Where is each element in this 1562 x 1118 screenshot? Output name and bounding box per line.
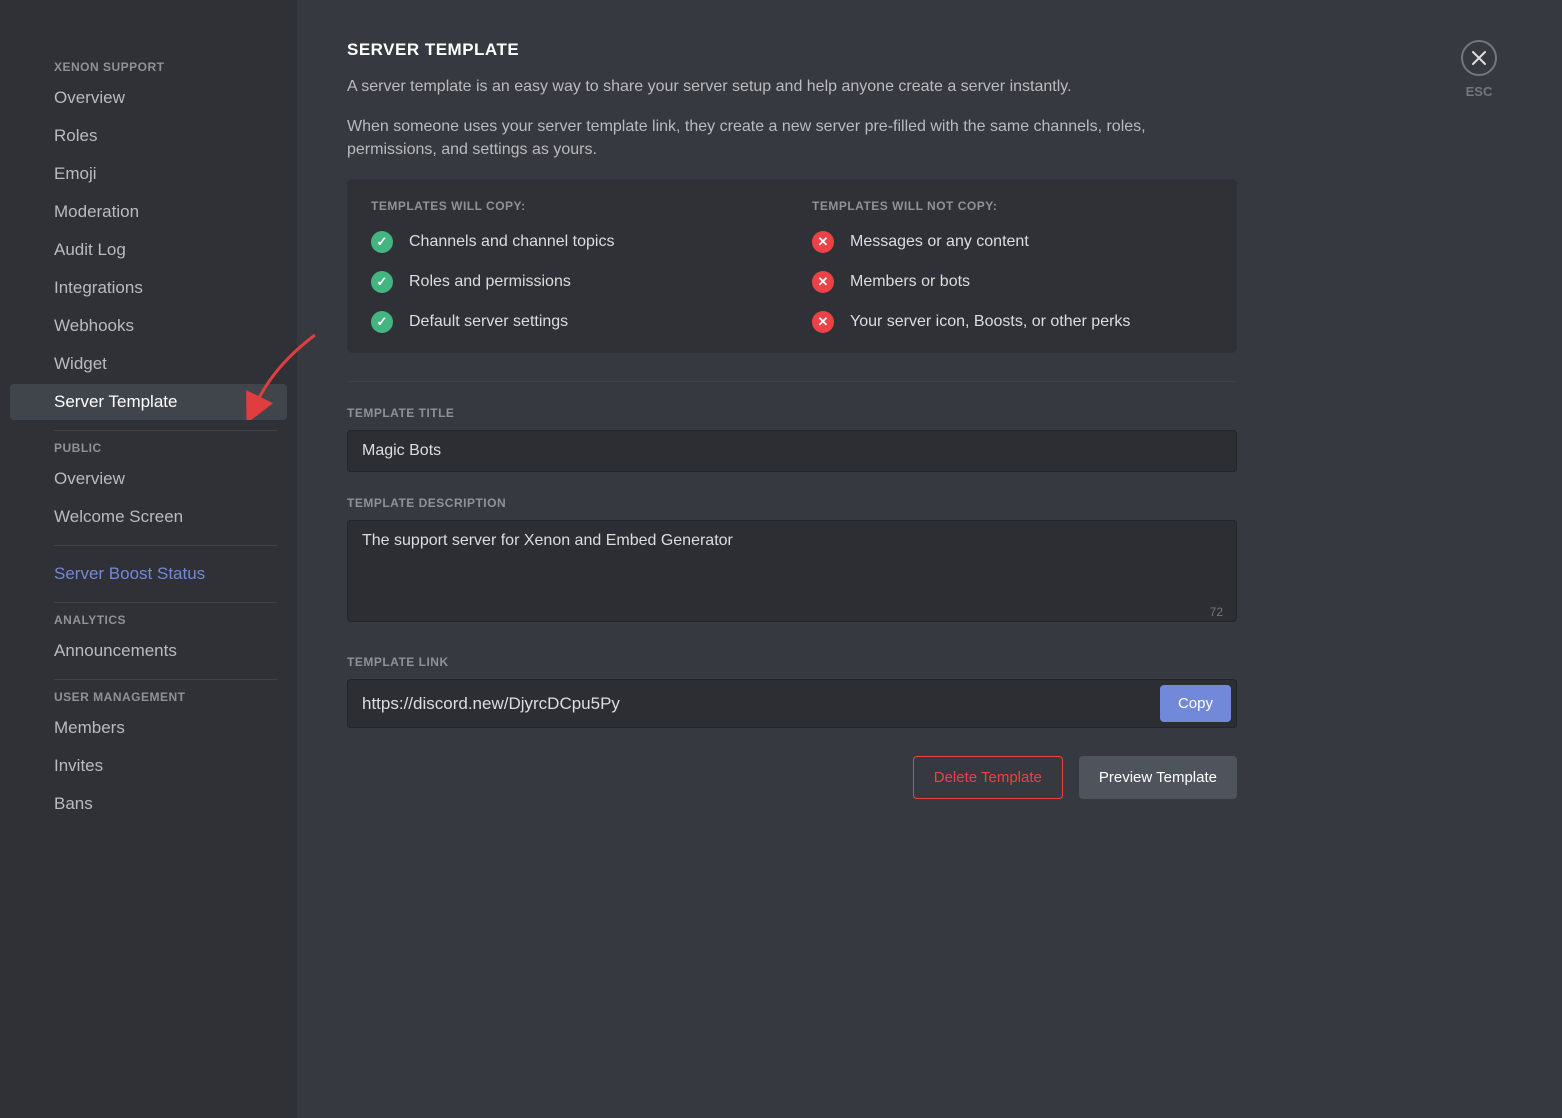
sidebar-item-webhooks[interactable]: Webhooks — [10, 308, 287, 344]
sidebar-item-public-overview[interactable]: Overview — [10, 461, 287, 497]
sidebar-divider — [54, 430, 277, 431]
action-row: Delete Template Preview Template — [347, 756, 1237, 799]
will-copy-column: TEMPLATES WILL COPY: ✓ Channels and chan… — [371, 199, 772, 333]
sidebar-item-overview[interactable]: Overview — [10, 80, 287, 116]
sidebar-item-bans[interactable]: Bans — [10, 786, 287, 822]
sidebar-item-server-template[interactable]: Server Template — [10, 384, 287, 420]
page-desc-2: When someone uses your server template l… — [347, 116, 1237, 161]
template-link-row: Copy — [347, 679, 1237, 728]
sidebar-item-members[interactable]: Members — [10, 710, 287, 746]
sidebar-item-audit-log[interactable]: Audit Log — [10, 232, 287, 268]
will-copy-row: ✓ Roles and permissions — [371, 271, 772, 293]
page-title: SERVER TEMPLATE — [347, 40, 1237, 60]
preview-template-button[interactable]: Preview Template — [1079, 756, 1237, 799]
will-copy-text: Channels and channel topics — [409, 233, 614, 251]
will-copy-header: TEMPLATES WILL COPY: — [371, 199, 772, 213]
copy-info-panel: TEMPLATES WILL COPY: ✓ Channels and chan… — [347, 179, 1237, 353]
template-link-label: TEMPLATE LINK — [347, 655, 1237, 669]
check-icon: ✓ — [371, 231, 393, 253]
wont-copy-header: TEMPLATES WILL NOT COPY: — [812, 199, 1213, 213]
wont-copy-text: Members or bots — [850, 273, 970, 291]
sidebar-divider — [54, 602, 277, 603]
main-content: ESC SERVER TEMPLATE A server template is… — [297, 0, 1297, 1118]
wont-copy-row: ✕ Members or bots — [812, 271, 1213, 293]
check-icon: ✓ — [371, 271, 393, 293]
char-count: 72 — [1210, 605, 1223, 619]
wont-copy-column: TEMPLATES WILL NOT COPY: ✕ Messages or a… — [812, 199, 1213, 333]
sidebar-item-roles[interactable]: Roles — [10, 118, 287, 154]
sidebar-divider — [54, 545, 277, 546]
sidebar-header-public: PUBLIC — [10, 441, 287, 461]
close-button[interactable] — [1461, 40, 1497, 76]
page-desc-1: A server template is an easy way to shar… — [347, 76, 1237, 98]
settings-sidebar: XENON SUPPORT Overview Roles Emoji Moder… — [0, 0, 297, 1118]
will-copy-text: Default server settings — [409, 313, 568, 331]
will-copy-text: Roles and permissions — [409, 273, 571, 291]
sidebar-item-emoji[interactable]: Emoji — [10, 156, 287, 192]
wont-copy-text: Your server icon, Boosts, or other perks — [850, 313, 1130, 331]
sidebar-item-widget[interactable]: Widget — [10, 346, 287, 382]
template-title-label: TEMPLATE TITLE — [347, 406, 1237, 420]
wont-copy-text: Messages or any content — [850, 233, 1029, 251]
sidebar-item-announcements[interactable]: Announcements — [10, 633, 287, 669]
template-link-input[interactable] — [348, 686, 1160, 722]
copy-link-button[interactable]: Copy — [1160, 685, 1231, 722]
delete-template-button[interactable]: Delete Template — [913, 756, 1063, 799]
divider — [347, 381, 1237, 382]
sidebar-item-invites[interactable]: Invites — [10, 748, 287, 784]
check-icon: ✓ — [371, 311, 393, 333]
sidebar-header-analytics: ANALYTICS — [10, 613, 287, 633]
will-copy-row: ✓ Channels and channel topics — [371, 231, 772, 253]
esc-label: ESC — [1466, 84, 1493, 99]
sidebar-item-server-boost-status[interactable]: Server Boost Status — [10, 556, 287, 592]
template-description-label: TEMPLATE DESCRIPTION — [347, 496, 1237, 510]
wont-copy-row: ✕ Messages or any content — [812, 231, 1213, 253]
x-icon: ✕ — [812, 311, 834, 333]
sidebar-header-xenon-support: XENON SUPPORT — [10, 60, 287, 80]
close-icon — [1471, 50, 1487, 66]
sidebar-item-integrations[interactable]: Integrations — [10, 270, 287, 306]
wont-copy-row: ✕ Your server icon, Boosts, or other per… — [812, 311, 1213, 333]
sidebar-item-moderation[interactable]: Moderation — [10, 194, 287, 230]
template-title-input[interactable] — [347, 430, 1237, 472]
x-icon: ✕ — [812, 231, 834, 253]
template-description-input[interactable] — [347, 520, 1237, 622]
sidebar-header-user-management: USER MANAGEMENT — [10, 690, 287, 710]
will-copy-row: ✓ Default server settings — [371, 311, 772, 333]
x-icon: ✕ — [812, 271, 834, 293]
sidebar-divider — [54, 679, 277, 680]
sidebar-item-welcome-screen[interactable]: Welcome Screen — [10, 499, 287, 535]
